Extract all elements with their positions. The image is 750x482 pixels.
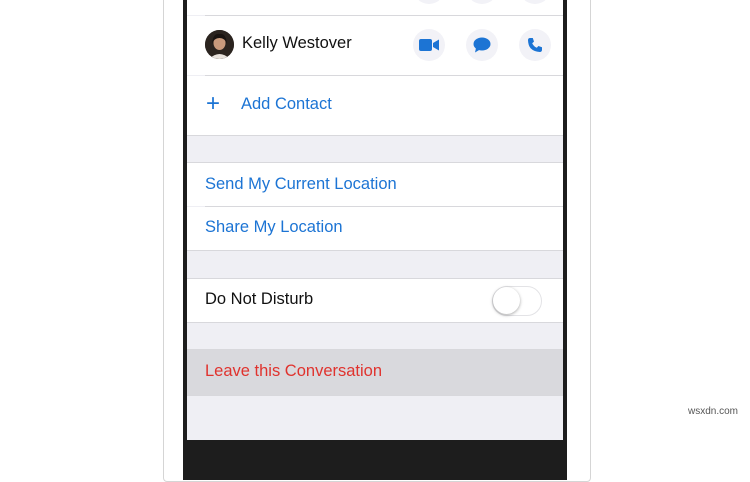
add-contact-row[interactable]: + Add Contact: [187, 76, 563, 135]
phone-icon: [528, 38, 542, 52]
phone-call-button-partial[interactable]: [519, 0, 551, 4]
video-call-button-partial[interactable]: [413, 0, 445, 4]
share-my-location-button[interactable]: Share My Location: [205, 218, 343, 237]
video-call-button[interactable]: [413, 29, 445, 61]
contact-name: Kelly Westover: [242, 34, 352, 52]
do-not-disturb-row: Do Not Disturb: [187, 279, 563, 322]
do-not-disturb-toggle[interactable]: [492, 286, 542, 316]
section-divider: [187, 322, 563, 323]
watermark: wsxdn.com: [687, 406, 738, 417]
section-divider: [187, 395, 563, 396]
avatar-portrait-icon: [205, 30, 234, 59]
send-location-row[interactable]: Send My Current Location: [187, 163, 563, 206]
conversation-details-screen: Kelly Westover + Add Contact Send My Cur…: [187, 0, 563, 440]
toggle-knob: [493, 287, 520, 314]
message-bubble-icon: [473, 37, 491, 53]
video-camera-icon: [419, 39, 439, 51]
add-contact-label: Add Contact: [241, 95, 332, 113]
section-divider: [187, 135, 563, 136]
message-button[interactable]: [466, 29, 498, 61]
previous-contact-row: [187, 0, 563, 15]
message-button-partial[interactable]: [466, 0, 498, 4]
do-not-disturb-label: Do Not Disturb: [205, 290, 314, 308]
share-location-row[interactable]: Share My Location: [187, 207, 563, 250]
phone-call-button[interactable]: [519, 29, 551, 61]
leave-conversation-button[interactable]: Leave this Conversation: [205, 362, 382, 381]
contact-row[interactable]: Kelly Westover: [187, 16, 563, 75]
section-divider: [187, 250, 563, 251]
send-current-location-button[interactable]: Send My Current Location: [205, 175, 397, 194]
avatar: [205, 30, 234, 59]
leave-conversation-row[interactable]: Leave this Conversation: [187, 350, 563, 395]
plus-icon: +: [206, 90, 221, 117]
